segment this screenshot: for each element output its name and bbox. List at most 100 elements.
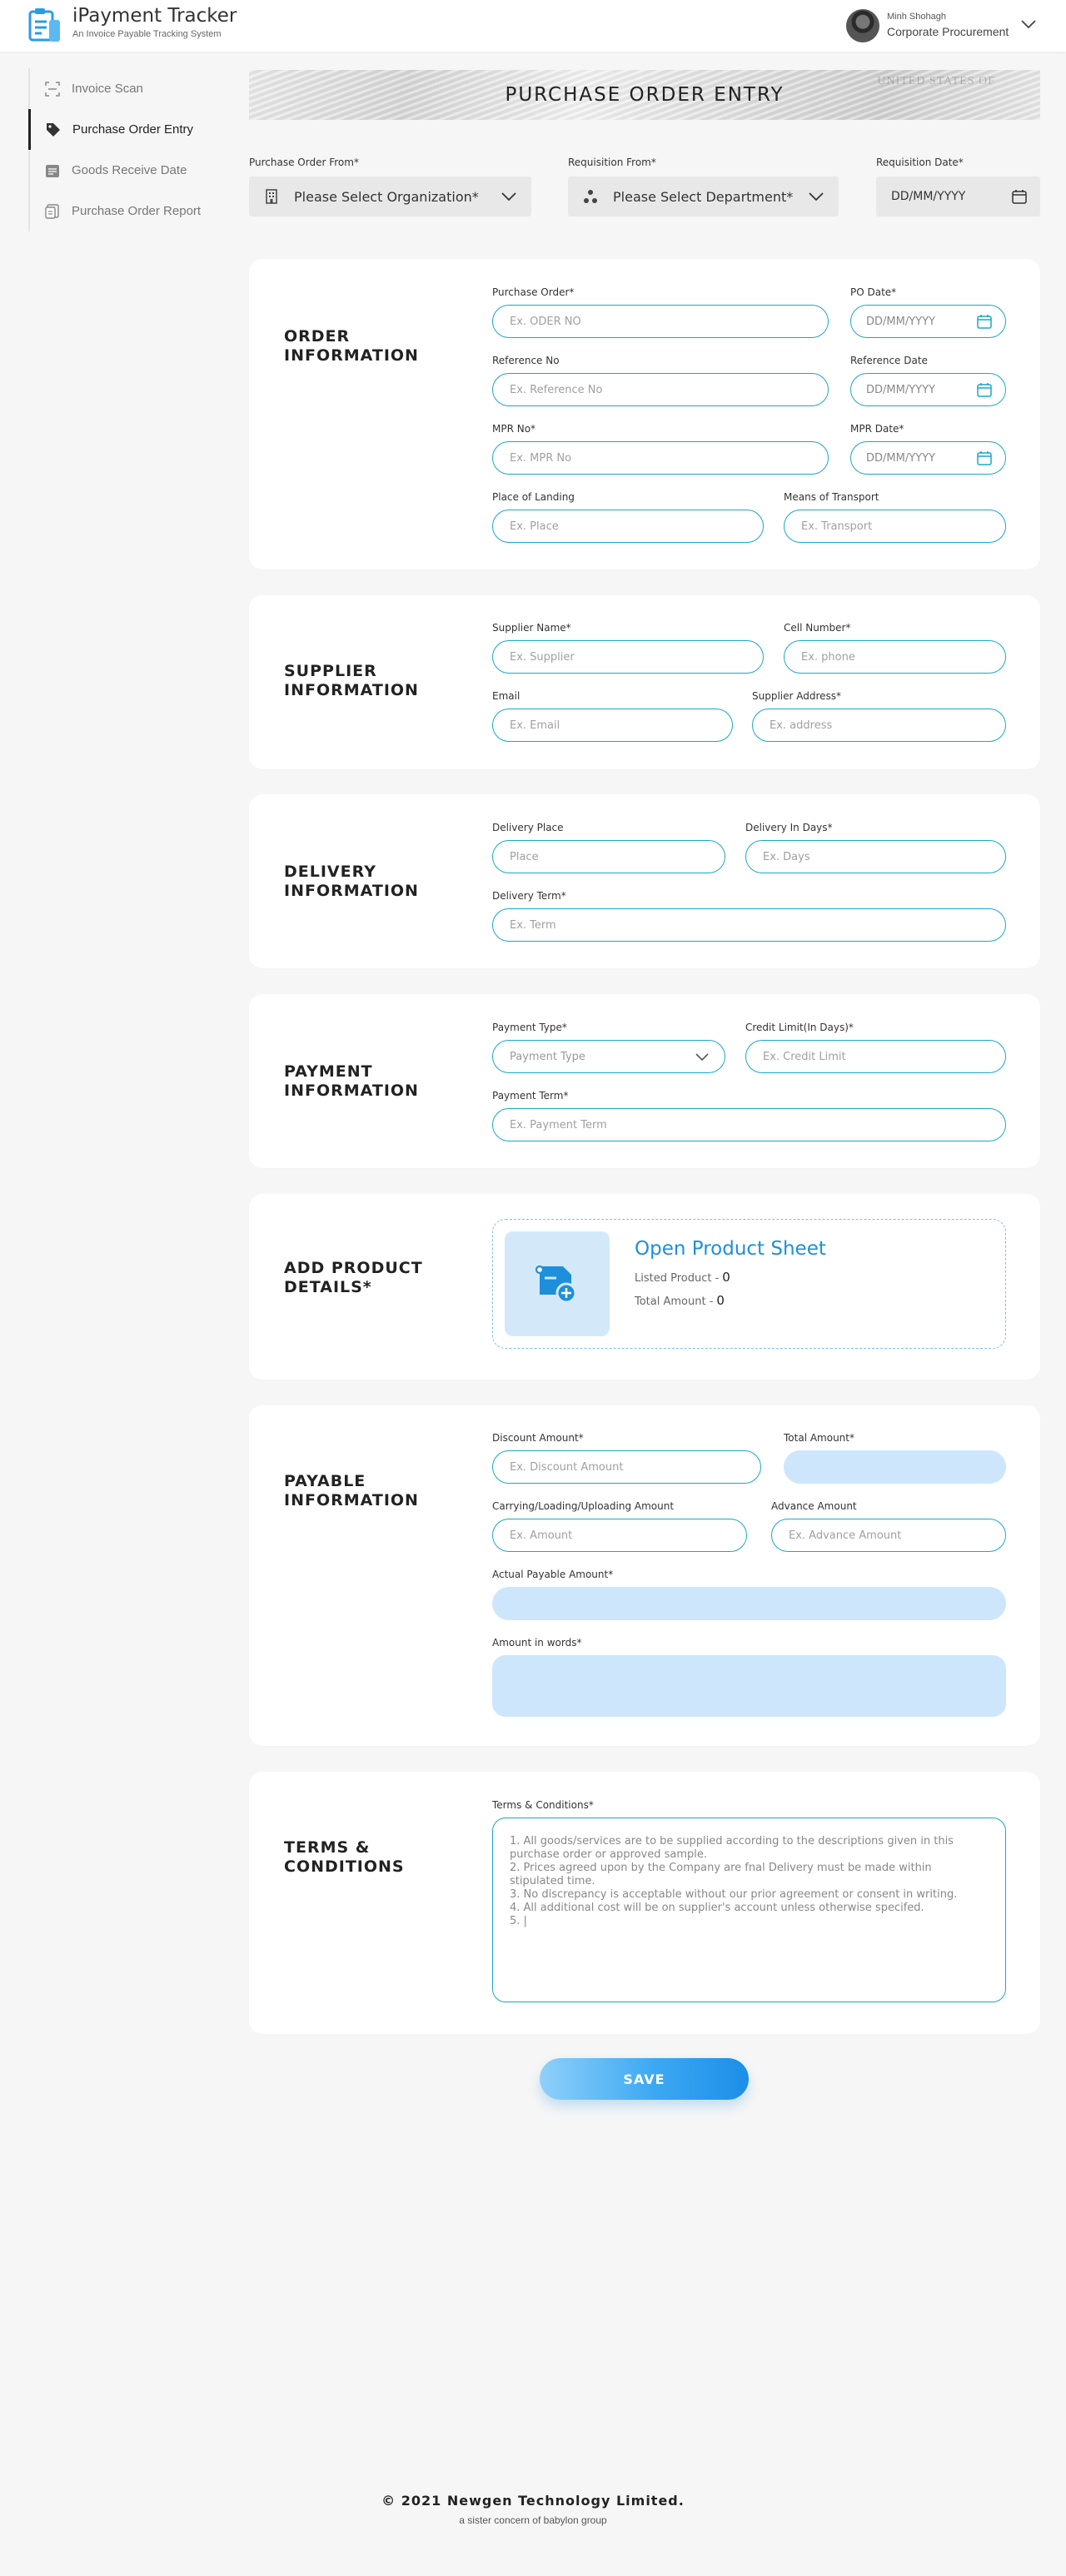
delivery-days-input[interactable] bbox=[745, 840, 1006, 873]
sidebar-item-invoice-scan[interactable]: Invoice Scan bbox=[28, 68, 220, 109]
department-select[interactable]: Please Select Department* bbox=[568, 177, 839, 216]
add-file-icon bbox=[535, 1265, 577, 1304]
actual-payable-label: Actual Payable Amount* bbox=[492, 1569, 614, 1580]
purchase-order-input[interactable] bbox=[492, 305, 829, 338]
dept-label: Requisition From* bbox=[568, 157, 656, 168]
order-information-card: ORDER INFORMATION Purchase Order* PO Dat… bbox=[249, 259, 1040, 569]
sidebar-item-goods-receive-date[interactable]: Goods Receive Date bbox=[28, 150, 220, 191]
open-product-sheet-title: Open Product Sheet bbox=[635, 1238, 826, 1260]
po-date-value: DD/MM/YYYY bbox=[866, 315, 935, 328]
mpr-no-input[interactable] bbox=[492, 441, 829, 475]
total-amount-label: Total Amount* bbox=[784, 1432, 854, 1444]
sidebar-item-purchase-order-report[interactable]: Purchase Order Report bbox=[28, 191, 220, 231]
po-date-label: PO Date* bbox=[850, 286, 897, 298]
open-product-sheet-button[interactable]: Open Product Sheet Listed Product -0 Tot… bbox=[492, 1219, 1006, 1349]
chevron-down-icon[interactable] bbox=[1019, 15, 1038, 33]
delivery-place-label: Delivery Place bbox=[492, 822, 564, 833]
terms-conditions-card: TERMS & CONDITIONS Terms & Conditions* 1… bbox=[249, 1772, 1040, 2034]
organization-select-value: Please Select Organization* bbox=[294, 188, 479, 205]
credit-limit-input[interactable] bbox=[745, 1040, 1006, 1073]
product-sheet-icon-tile bbox=[505, 1231, 610, 1336]
total-amount-count: Total Amount -0 bbox=[635, 1293, 725, 1308]
terms-textarea[interactable]: 1. All goods/services are to be supplied… bbox=[492, 1818, 1006, 2002]
app-subtitle: An Invoice Payable Tracking System bbox=[72, 29, 222, 39]
mpr-date-label: MPR Date* bbox=[850, 423, 904, 435]
place-of-landing-label: Place of Landing bbox=[492, 491, 575, 503]
payable-information-card: PAYABLE INFORMATION Discount Amount* Tot… bbox=[249, 1405, 1040, 1746]
listed-product-value: 0 bbox=[722, 1270, 730, 1285]
section-title-line: PAYABLE bbox=[284, 1472, 366, 1490]
discount-amount-label: Discount Amount* bbox=[492, 1432, 584, 1444]
sidebar-item-label: Purchase Order Report bbox=[72, 204, 202, 218]
payment-type-value: Payment Type bbox=[510, 1050, 585, 1063]
sidebar-item-purchase-order-entry[interactable]: Purchase Order Entry bbox=[28, 109, 220, 150]
organization-select[interactable]: Please Select Organization* bbox=[249, 177, 531, 216]
tag-icon bbox=[47, 122, 60, 137]
listed-product-label: Listed Product - bbox=[635, 1272, 720, 1285]
section-title-line: DETAILS* bbox=[284, 1278, 372, 1296]
terms-label: Terms & Conditions* bbox=[492, 1799, 594, 1811]
section-title-line: ORDER bbox=[284, 327, 351, 346]
sidebar: Invoice Scan Purchase Order Entry Goods … bbox=[28, 68, 220, 231]
page-title: PURCHASE ORDER ENTRY bbox=[505, 84, 785, 106]
supplier-information-title: SUPPLIER INFORMATION bbox=[284, 662, 419, 700]
delivery-place-input[interactable] bbox=[492, 840, 725, 873]
amount-in-words-label: Amount in words* bbox=[492, 1637, 582, 1649]
section-title-line: CONDITIONS bbox=[284, 1857, 405, 1876]
amount-in-words-field bbox=[492, 1655, 1006, 1717]
section-title-line: INFORMATION bbox=[284, 681, 419, 699]
product-details-title: ADD PRODUCT DETAILS* bbox=[284, 1259, 423, 1297]
calendar-icon bbox=[1012, 190, 1027, 204]
advance-amount-input[interactable] bbox=[771, 1519, 1006, 1552]
chevron-down-icon bbox=[809, 192, 824, 201]
cell-number-label: Cell Number* bbox=[784, 622, 851, 634]
save-button[interactable]: SAVE bbox=[540, 2058, 749, 2100]
mpr-date-picker[interactable]: DD/MM/YYYY bbox=[850, 441, 1006, 475]
org-label: Purchase Order From* bbox=[249, 157, 359, 168]
req-date-label: Requisition Date* bbox=[876, 157, 964, 168]
payment-type-label: Payment Type* bbox=[492, 1022, 567, 1033]
product-details-card: ADD PRODUCT DETAILS* Open Product Sheet … bbox=[249, 1194, 1040, 1380]
total-amount-value: 0 bbox=[716, 1293, 725, 1308]
user-name: Minh Shohagh bbox=[887, 12, 946, 22]
requisition-date-picker[interactable]: DD/MM/YYYY bbox=[876, 177, 1040, 216]
supplier-information-card: SUPPLIER INFORMATION Supplier Name* Cell… bbox=[249, 595, 1040, 769]
payment-information-card: PAYMENT INFORMATION Payment Type* Paymen… bbox=[249, 994, 1040, 1168]
mpr-no-label: MPR No* bbox=[492, 423, 536, 435]
building-icon bbox=[266, 189, 277, 204]
sidebar-item-label: Purchase Order Entry bbox=[72, 122, 194, 137]
section-title-line: PAYMENT bbox=[284, 1062, 373, 1081]
email-field[interactable] bbox=[492, 709, 733, 742]
credit-limit-label: Credit Limit(In Days)* bbox=[745, 1022, 854, 1033]
section-title-line: INFORMATION bbox=[284, 346, 419, 365]
scan-icon bbox=[45, 81, 60, 97]
calendar-icon bbox=[977, 315, 992, 329]
reference-date-picker[interactable]: DD/MM/YYYY bbox=[850, 373, 1006, 406]
delivery-information-card: DELIVERY INFORMATION Delivery Place Deli… bbox=[249, 794, 1040, 968]
carrying-amount-input[interactable] bbox=[492, 1519, 747, 1552]
payment-type-select[interactable]: Payment Type bbox=[492, 1040, 725, 1073]
delivery-term-input[interactable] bbox=[492, 908, 1006, 942]
discount-amount-input[interactable] bbox=[492, 1450, 761, 1484]
user-role: Corporate Procurement bbox=[887, 25, 1009, 38]
delivery-days-label: Delivery In Days* bbox=[745, 822, 833, 833]
listed-product-count: Listed Product -0 bbox=[635, 1270, 730, 1285]
avatar[interactable] bbox=[846, 9, 879, 42]
po-date-picker[interactable]: DD/MM/YYYY bbox=[850, 305, 1006, 338]
payment-term-input[interactable] bbox=[492, 1108, 1006, 1141]
section-title-line: INFORMATION bbox=[284, 1491, 419, 1509]
section-title-line: ADD PRODUCT bbox=[284, 1259, 423, 1277]
supplier-name-input[interactable] bbox=[492, 640, 764, 674]
requisition-date-value: DD/MM/YYYY bbox=[891, 190, 966, 203]
delivery-information-title: DELIVERY INFORMATION bbox=[284, 863, 419, 901]
footer-copyright: © 2021 Newgen Technology Limited. bbox=[381, 2493, 685, 2509]
cell-number-input[interactable] bbox=[784, 640, 1006, 674]
supplier-address-input[interactable] bbox=[752, 709, 1006, 742]
means-of-transport-input[interactable] bbox=[784, 510, 1006, 543]
reference-no-input[interactable] bbox=[492, 373, 829, 406]
delivery-term-label: Delivery Term* bbox=[492, 890, 566, 902]
place-of-landing-input[interactable] bbox=[492, 510, 764, 543]
terms-conditions-title: TERMS & CONDITIONS bbox=[284, 1838, 405, 1877]
reference-no-label: Reference No bbox=[492, 355, 560, 366]
report-icon bbox=[45, 203, 59, 219]
